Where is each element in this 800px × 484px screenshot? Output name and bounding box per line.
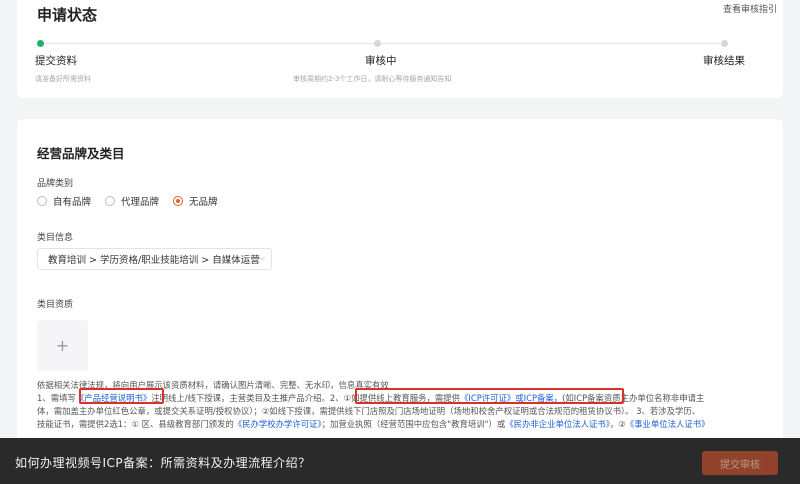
step-2-label: 审核中 [365, 55, 397, 67]
step-1-sub: 请准备好所需资料 [35, 75, 91, 83]
desc-line-3: 体，需加盖主办单位红色公章，或提交关系证明/授权协议）；②如线下授课，需提供线下… [37, 406, 701, 416]
step-1-dot [37, 40, 44, 47]
qualification-description: 依据相关法律法规，将向用户展示该资质材料，请确认图片清晰、完整、无水印，信息真实… [37, 379, 777, 431]
step-1-label: 提交资料 [35, 55, 77, 67]
section-title: 经营品牌及类目 [37, 146, 125, 161]
school-license-link[interactable]: 《民办学校办学许可证》 [234, 419, 322, 429]
radio-label: 无品牌 [189, 197, 218, 208]
nonprofit-cert-link[interactable]: 《民办非企业单位法人证书》 [505, 419, 610, 429]
radio-agent-brand[interactable]: 代理品牌 [105, 194, 159, 208]
desc-text: ，② [609, 419, 626, 429]
desc-text: 注明线上/线下授课，主营类目及主推产品介绍。 [151, 393, 330, 403]
caption-bar: 如何办理视频号ICP备案：所需资料及办理流程介绍？ [0, 438, 800, 484]
review-guide-link[interactable]: 查看审核指引 [723, 2, 777, 15]
category-label: 类目信息 [37, 233, 74, 243]
institution-cert-link[interactable]: 《事业单位法人证书》 [626, 419, 710, 429]
radio-label: 自有品牌 [53, 197, 92, 208]
plus-icon: + [55, 336, 70, 355]
radio-circle [37, 196, 47, 206]
desc-text: 1、需填写 [37, 393, 76, 403]
category-select[interactable]: 教育培训 > 学历资格/职业技能培训 > 自媒体运营 ⌵ [37, 248, 272, 270]
desc-text: 技能证书，需提供2选1：① 区、县级教育部门颁发的 [37, 419, 234, 429]
radio-no-brand[interactable]: 无品牌 [173, 194, 218, 208]
radio-circle-selected [173, 196, 184, 206]
highlight-box-icp [355, 388, 624, 404]
radio-own-brand[interactable]: 自有品牌 [37, 194, 91, 208]
submit-review-button[interactable]: 提交审核 [702, 451, 778, 475]
step-2-dot [374, 40, 381, 47]
brand-type-radios: 自有品牌 代理品牌 无品牌 [37, 194, 218, 208]
desc-line-4: 技能证书，需提供2选1：① 区、县级教育部门颁发的《民办学校办学许可证》；加营业… [37, 418, 777, 431]
step-3-label: 审核结果 [703, 55, 745, 67]
radio-label: 代理品牌 [121, 197, 160, 208]
progress-track [39, 43, 723, 44]
highlight-box-product-manual [79, 388, 164, 404]
brand-type-label: 品牌类别 [37, 179, 74, 189]
category-value: 教育培训 > 学历资格/职业技能培训 > 自媒体运营 [48, 255, 260, 266]
step-3-dot [721, 40, 728, 47]
qualification-label: 类目资质 [37, 300, 74, 310]
desc-text: ；加营业执照（经营范围中应包含"教育培训"）或 [321, 419, 506, 429]
caption-text: 如何办理视频号ICP备案：所需资料及办理流程介绍？ [15, 456, 311, 470]
status-title: 申请状态 [37, 6, 98, 24]
status-card: 申请状态 查看审核指引 提交资料 审核中 审核结果 请准备好所需资料 审核周期约… [17, 0, 783, 98]
chevron-down-icon: ⌵ [258, 253, 265, 263]
brand-category-card: 经营品牌及类目 品牌类别 自有品牌 代理品牌 无品牌 类目信息 教育培训 > 学… [17, 119, 783, 484]
radio-circle [105, 196, 116, 206]
upload-button[interactable]: + [37, 320, 88, 371]
step-2-sub: 审核周期约2-3个工作日，请耐心等待服务通知告知 [293, 75, 452, 83]
